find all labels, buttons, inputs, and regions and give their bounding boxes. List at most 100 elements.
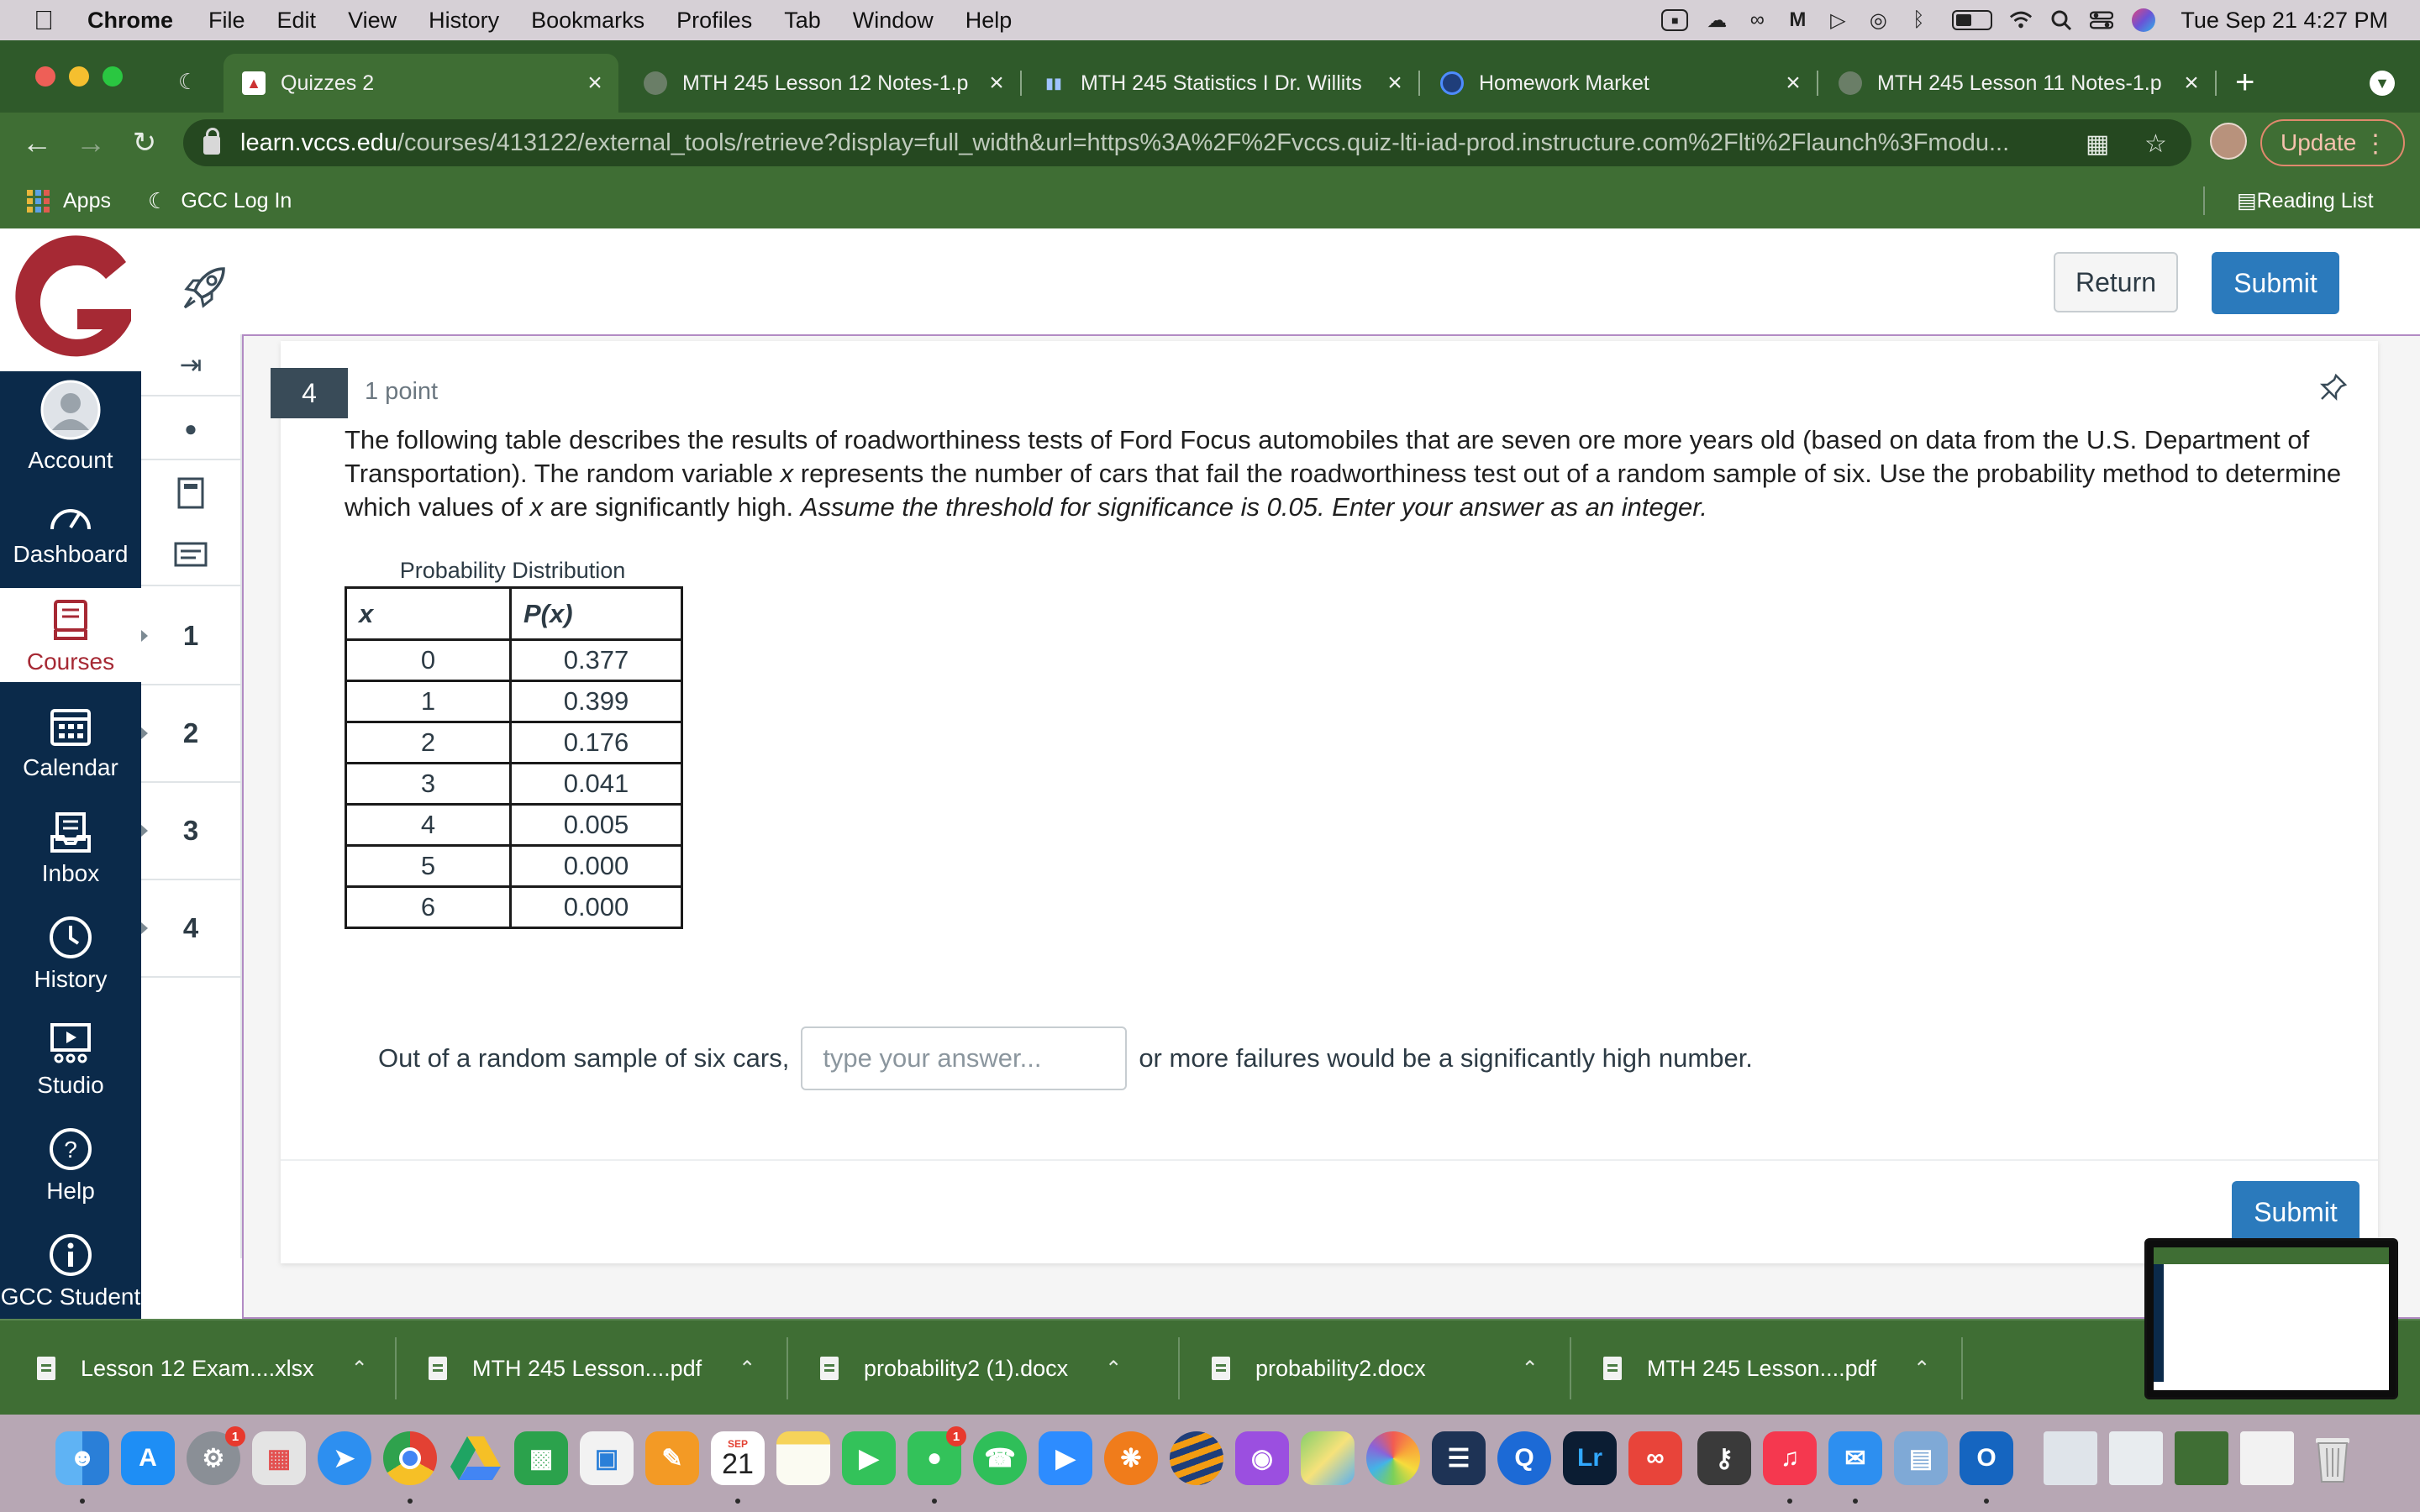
nav-calendar[interactable]: Calendar (0, 706, 141, 790)
keynote-icon[interactable]: ▣ (580, 1431, 634, 1485)
play-icon[interactable]: ▷ (1826, 8, 1849, 32)
pinwheel-app-icon[interactable]: ❋ (1104, 1431, 1158, 1485)
tab-close-icon[interactable]: × (1778, 69, 1808, 97)
messages-icon[interactable]: ● 1 (908, 1426, 966, 1485)
spotlight-icon[interactable] (2049, 8, 2073, 32)
gcc-logo[interactable] (0, 228, 141, 371)
menu-edit[interactable]: Edit (277, 8, 317, 34)
layers-app-icon[interactable]: ☰ (1432, 1431, 1486, 1485)
tab-quizzes-2[interactable]: ▲ Quizzes 2 × (224, 54, 618, 113)
facetime-icon[interactable]: ▶ (842, 1431, 896, 1485)
window-minimize-button[interactable] (69, 66, 89, 87)
return-button[interactable]: Return (2054, 252, 2178, 312)
keychain-icon[interactable]: ⚷ (1697, 1431, 1751, 1485)
outlook-icon[interactable]: O (1960, 1431, 2013, 1485)
menu-profiles[interactable]: Profiles (676, 8, 752, 34)
menu-clock[interactable]: Tue Sep 21 4:27 PM (2181, 8, 2388, 34)
recent-window-thumbnail-icon[interactable] (2109, 1431, 2163, 1485)
question-nav-4[interactable]: 4 (141, 880, 240, 978)
window-zoom-button[interactable] (103, 66, 123, 87)
pages-icon[interactable]: ✎ (645, 1431, 699, 1485)
submit-button-top[interactable]: Submit (2212, 252, 2339, 314)
chevron-up-icon[interactable]: ⌃ (1913, 1357, 1930, 1381)
battery-icon[interactable] (1952, 10, 1993, 30)
lock-icon[interactable] (203, 128, 220, 155)
numbers-icon[interactable]: ▩ (514, 1431, 568, 1485)
striped-sphere-app-icon[interactable] (1170, 1431, 1223, 1485)
bluetooth-icon[interactable]: ᛒ (1907, 8, 1930, 32)
address-bar[interactable]: learn.vccs.edu/courses/413122/external_t… (183, 119, 2191, 166)
tab-close-icon[interactable]: × (981, 69, 1012, 97)
malwarebytes-icon[interactable]: M (1786, 8, 1809, 32)
download-item[interactable]: probability2.docx ⌃ (1212, 1320, 1539, 1416)
question-nav-2[interactable]: 2 (141, 685, 240, 783)
gcc-tab-icon[interactable]: ☾ (178, 69, 197, 95)
download-item[interactable]: Lesson 12 Exam....xlsx ⌃ (37, 1320, 368, 1416)
address-url[interactable]: learn.vccs.edu/courses/413122/external_t… (240, 129, 2081, 157)
maps-icon[interactable] (1301, 1431, 1355, 1485)
tab-close-icon[interactable]: × (2176, 69, 2207, 97)
download-item[interactable]: probability2 (1).docx ⌃ (820, 1320, 1122, 1416)
tab-lesson-12-notes[interactable]: MTH 245 Lesson 12 Notes-1.p × (625, 54, 1020, 113)
chrome-icon[interactable] (383, 1431, 437, 1485)
submit-button-bottom[interactable]: Submit (2232, 1181, 2360, 1243)
tab-homework-market[interactable]: Homework Market × (1422, 54, 1817, 113)
back-arrow-icon[interactable]: ← (18, 124, 55, 161)
safari-icon[interactable]: ➤ (318, 1431, 371, 1485)
answer-input[interactable] (801, 1026, 1128, 1090)
chevron-up-icon[interactable]: ⌃ (351, 1357, 368, 1381)
wifi-icon[interactable] (2009, 8, 2033, 32)
finder-icon[interactable]: ☻ (55, 1431, 109, 1485)
recent-window-thumbnail-icon[interactable] (2175, 1431, 2228, 1485)
preview-icon[interactable]: ▤ (1894, 1431, 1948, 1485)
apple-menu-icon[interactable]:  (34, 5, 77, 36)
menu-help[interactable]: Help (965, 8, 1013, 34)
recent-window-thumbnail-icon[interactable] (2044, 1431, 2097, 1485)
menu-file[interactable]: File (208, 8, 245, 34)
airdrop-icon[interactable]: ◎ (1866, 8, 1890, 32)
recent-window-thumbnail-icon[interactable] (2240, 1431, 2294, 1485)
new-tab-plus-icon[interactable]: + (2235, 64, 2254, 102)
extension-grid-icon[interactable]: ▦ (2086, 129, 2109, 159)
menu-view[interactable]: View (348, 8, 397, 34)
creative-cloud-icon[interactable]: ∞ (1745, 8, 1769, 32)
download-item[interactable]: MTH 245 Lesson....pdf ⌃ (1603, 1320, 1930, 1416)
tab-search-chevron-icon[interactable]: ▼ (2370, 71, 2395, 96)
nav-help[interactable]: ? Help (0, 1127, 141, 1211)
question-nav-3[interactable]: 3 (141, 783, 240, 880)
video-icon[interactable]: ■ (1661, 9, 1689, 31)
podcasts-icon[interactable]: ◉ (1235, 1431, 1289, 1485)
control-center-icon[interactable] (2090, 8, 2114, 32)
tab-statistics[interactable]: ▮▮ MTH 245 Statistics I Dr. Willits × (1023, 54, 1418, 113)
menu-bookmarks[interactable]: Bookmarks (531, 8, 644, 34)
bookmark-apps[interactable]: Apps (27, 173, 111, 228)
lightroom-icon[interactable]: Lr (1563, 1431, 1617, 1485)
mail-icon[interactable]: ✉ (1828, 1431, 1882, 1485)
nav-studio[interactable]: Studio (0, 1021, 141, 1105)
profile-avatar[interactable] (2210, 123, 2247, 160)
menu-window[interactable]: Window (853, 8, 934, 34)
nav-gcc-student[interactable]: GCC Student (0, 1233, 141, 1317)
forward-arrow-icon[interactable]: → (72, 124, 109, 161)
download-item[interactable]: MTH 245 Lesson....pdf ⌃ (429, 1320, 755, 1416)
trash-icon[interactable] (2306, 1431, 2360, 1485)
tab-close-icon[interactable]: × (580, 69, 610, 97)
photos-icon[interactable] (1366, 1431, 1420, 1485)
menu-tab[interactable]: Tab (784, 8, 821, 34)
music-icon[interactable]: ♫ (1763, 1431, 1817, 1485)
kebab-menu-icon[interactable]: ⋮ (2363, 129, 2388, 159)
system-preferences-icon[interactable]: ⚙ 1 (187, 1426, 245, 1485)
update-button[interactable]: Update ⋮ (2260, 119, 2405, 166)
chevron-up-icon[interactable]: ⌃ (1522, 1357, 1539, 1381)
tab-close-icon[interactable]: × (1380, 69, 1410, 97)
bookmark-star-icon[interactable]: ☆ (2144, 129, 2167, 159)
chevron-up-icon[interactable]: ⌃ (739, 1357, 755, 1381)
notes-icon[interactable] (141, 524, 240, 586)
reading-list-button[interactable]: ▤ Reading List (2203, 173, 2374, 228)
nav-courses[interactable]: Courses (0, 588, 141, 682)
menu-chrome[interactable]: Chrome (87, 8, 173, 34)
tab-lesson-11-notes[interactable]: MTH 245 Lesson 11 Notes-1.p × (1820, 54, 2215, 113)
calendar-app-icon[interactable]: SEP 21 (711, 1431, 765, 1485)
chevron-up-icon[interactable]: ⌃ (1105, 1357, 1122, 1381)
window-close-button[interactable] (35, 66, 55, 87)
